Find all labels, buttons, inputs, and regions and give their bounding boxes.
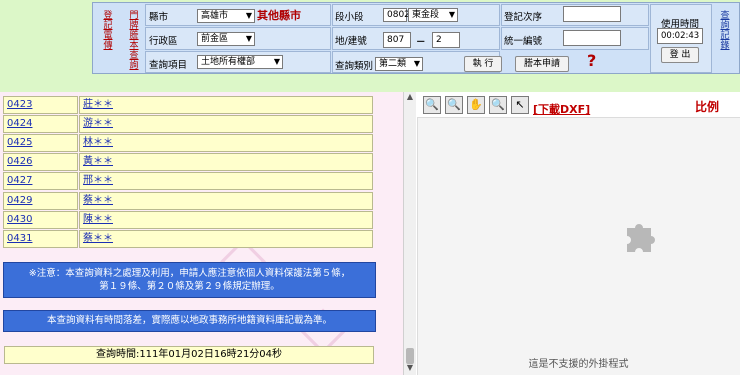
- record-number-link[interactable]: 0427: [3, 172, 78, 190]
- owner-name-link[interactable]: 黃＊＊: [79, 153, 373, 171]
- chevron-down-icon: ▼: [245, 34, 252, 43]
- electronic-transcript-link[interactable]: 登記電傳: [103, 11, 113, 51]
- record-number-link[interactable]: 0424: [3, 115, 78, 133]
- lot-sub-input[interactable]: 2: [432, 32, 460, 48]
- table-row: 0430 陳＊＊: [3, 211, 373, 229]
- section-select-value: 東金段: [412, 10, 440, 20]
- download-dxf-link[interactable]: [下載DXF]: [533, 101, 590, 117]
- owner-name-link[interactable]: 莊＊＊: [79, 96, 373, 114]
- city-select-value: 高雄市: [201, 11, 229, 21]
- lot-label: 地/建號: [335, 36, 367, 47]
- district-label: 行政區: [149, 36, 178, 47]
- privacy-notice: ※注意：本查詢資料之處理及利用，申請人應注意依個人資料保護法第５條， 第１９條、…: [3, 262, 376, 298]
- chevron-down-icon: ▼: [273, 57, 280, 66]
- pan-hand-icon[interactable]: ✋: [467, 96, 485, 114]
- table-row: 0423 莊＊＊: [3, 96, 373, 114]
- reg-order-input[interactable]: [563, 6, 621, 22]
- chevron-down-icon: ▼: [448, 10, 455, 19]
- lot-dash: －: [416, 37, 426, 48]
- plugin-message: 這是不支援的外掛程式: [528, 359, 629, 370]
- lot-main-input[interactable]: 807: [383, 32, 411, 48]
- zoom-out-icon[interactable]: 🔍: [445, 96, 463, 114]
- query-item-label: 查詢項目: [149, 60, 188, 71]
- section-label: 段小段: [335, 12, 364, 23]
- map-pane: 🔍 🔍 ✋ 🔍 ↖ [下載DXF] 比例尺： 這是不支援的外掛程式: [417, 92, 740, 375]
- puzzle-piece-icon: [627, 224, 655, 252]
- query-item-select-value: 土地所有權部: [201, 57, 256, 67]
- chevron-down-icon: ▼: [245, 11, 252, 20]
- scroll-thumb[interactable]: [406, 348, 414, 364]
- district-select[interactable]: 前金區 ▼: [197, 32, 255, 46]
- city-label: 縣市: [149, 12, 169, 23]
- other-city-link[interactable]: 其他縣市: [257, 7, 301, 23]
- owner-name-link[interactable]: 陳＊＊: [79, 211, 373, 229]
- owner-name-link[interactable]: 游＊＊: [79, 115, 373, 133]
- query-type-label: 查詢類別: [335, 61, 374, 72]
- record-number-link[interactable]: 0430: [3, 211, 78, 229]
- query-type-select[interactable]: 第二類 ▼: [375, 57, 423, 71]
- record-number-link[interactable]: 0426: [3, 153, 78, 171]
- privacy-notice-line2: 第１９條、第２０條及第２９條規定辦理。: [99, 281, 280, 292]
- usage-time-field: 00:02:43: [657, 28, 703, 44]
- query-type-select-value: 第二類: [379, 59, 407, 69]
- doorplate-transcript-link[interactable]: 門牌謄本查詢: [129, 11, 139, 71]
- transcript-button[interactable]: 謄本申請: [515, 56, 569, 72]
- scroll-down-icon[interactable]: ▼: [404, 363, 416, 375]
- data-lag-notice: 本查詢資料有時間落差，實際應以地政事務所地籍資料庫記載為準。: [3, 310, 376, 332]
- owner-name-link[interactable]: 蔡＊＊: [79, 192, 373, 210]
- query-form: 登記電傳 門牌謄本查詢 查詢記錄 縣市 高雄市 ▼ 其他縣市 行政區 前金區 ▼ 查…: [92, 2, 740, 74]
- query-record-link[interactable]: 查詢記錄: [720, 11, 730, 51]
- query-item-select[interactable]: 土地所有權部 ▼: [197, 55, 283, 69]
- results-panel: ◇ ◇ 0423 莊＊＊ 0424 游＊＊ 0425 林＊＊ 0426 黃＊＊ …: [0, 92, 403, 375]
- section-select[interactable]: 東金段 ▼: [408, 8, 458, 22]
- table-row: 0425 林＊＊: [3, 134, 373, 152]
- map-toolbar: 🔍 🔍 ✋ 🔍 ↖ [下載DXF] 比例尺：: [417, 92, 740, 131]
- record-number-link[interactable]: 0425: [3, 134, 78, 152]
- table-row: 0426 黃＊＊: [3, 153, 373, 171]
- section-code-value: 0802: [387, 10, 410, 20]
- top-panel: 登記電傳 門牌謄本查詢 查詢記錄 縣市 高雄市 ▼ 其他縣市 行政區 前金區 ▼ 查…: [0, 0, 740, 92]
- scroll-up-icon[interactable]: ▲: [404, 92, 416, 104]
- zoom-box-icon[interactable]: 🔍: [489, 96, 507, 114]
- district-select-value: 前金區: [201, 34, 229, 44]
- zoom-in-icon[interactable]: 🔍: [423, 96, 441, 114]
- table-row: 0431 蔡＊＊: [3, 230, 373, 248]
- help-icon[interactable]: ?: [587, 51, 596, 70]
- query-time: 查詢時間:111年01月02日16時21分04秒: [4, 346, 374, 364]
- select-arrow-icon[interactable]: ↖: [511, 96, 529, 114]
- table-row: 0427 邢＊＊: [3, 172, 373, 190]
- results-scrollbar[interactable]: ▲ ▼: [403, 92, 416, 375]
- owner-name-link[interactable]: 蔡＊＊: [79, 230, 373, 248]
- city-select[interactable]: 高雄市 ▼: [197, 9, 255, 23]
- execute-button[interactable]: 執 行: [464, 56, 502, 72]
- record-number-link[interactable]: 0423: [3, 96, 78, 114]
- owner-name-link[interactable]: 林＊＊: [79, 134, 373, 152]
- unified-no-input[interactable]: [563, 30, 621, 46]
- table-row: 0424 游＊＊: [3, 115, 373, 133]
- unified-no-label: 統一編號: [504, 36, 543, 47]
- reg-order-label: 登記次序: [504, 12, 543, 23]
- record-number-link[interactable]: 0431: [3, 230, 78, 248]
- logout-button[interactable]: 登 出: [661, 47, 699, 63]
- record-number-link[interactable]: 0429: [3, 192, 78, 210]
- privacy-notice-line1: ※注意：本查詢資料之處理及利用，申請人應注意依個人資料保護法第５條，: [28, 268, 351, 279]
- table-row: 0429 蔡＊＊: [3, 192, 373, 210]
- unsupported-plugin-area: [417, 118, 740, 375]
- chevron-down-icon: ▼: [413, 59, 420, 68]
- section-code-field[interactable]: 0802: [383, 8, 410, 22]
- owner-name-link[interactable]: 邢＊＊: [79, 172, 373, 190]
